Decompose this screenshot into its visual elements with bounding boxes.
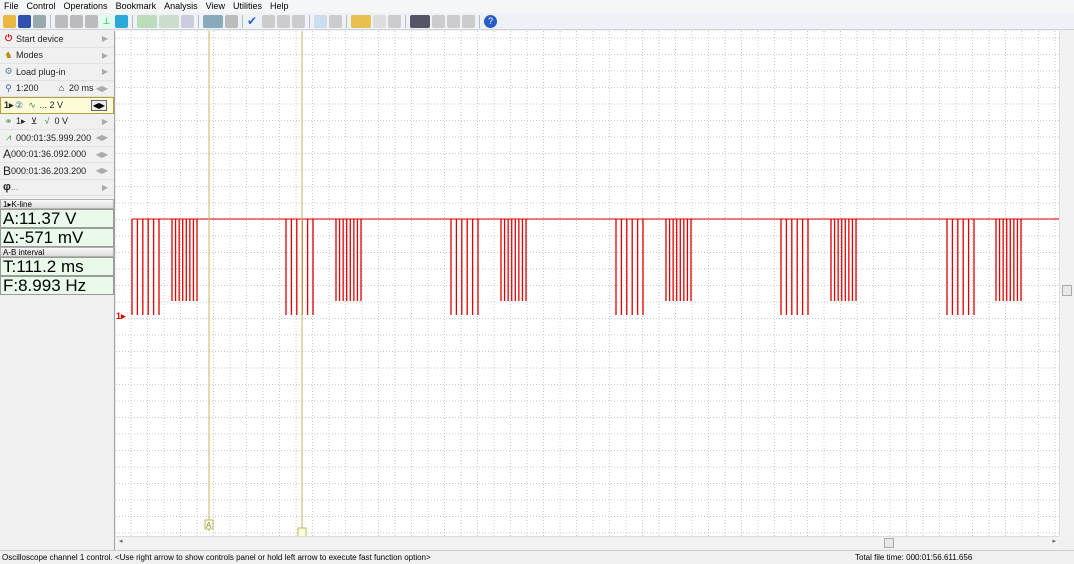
modes-icon: ♞	[4, 49, 13, 60]
start-device-button[interactable]: ⏻ Start device ▶	[0, 31, 114, 48]
binoculars-icon: ⚭	[4, 115, 13, 126]
vertical-scroll-thumb[interactable]	[1062, 285, 1072, 296]
trigger-time: 000:01:35.999.200	[16, 132, 92, 143]
trigger-icon[interactable]: ⊥	[100, 14, 113, 28]
signal-icon: ∿	[28, 99, 36, 110]
menu-bookmark[interactable]: Bookmark	[112, 0, 161, 13]
folder-dropdown-icon[interactable]	[351, 14, 371, 28]
trigger-edge-icon: ⊻	[30, 115, 38, 126]
menu-analysis[interactable]: Analysis	[160, 0, 202, 13]
marker-icon[interactable]	[225, 14, 238, 28]
cursor-a-handle-label: A	[206, 521, 212, 530]
cursor-a-time: 000:01:36.092.000	[11, 149, 87, 160]
signal2-dropdown-icon[interactable]	[159, 14, 179, 28]
undo-icon[interactable]	[85, 14, 98, 28]
ab-frequency-value: F:8.993 Hz	[0, 276, 114, 295]
channel-scale: ... 2 V	[39, 100, 64, 111]
channel-1-control[interactable]: 1▸ ② ∿... 2 V ◀▶	[0, 97, 114, 114]
plugin-icon: ⚙	[4, 66, 13, 77]
waveform-icon: ⩘	[5, 132, 12, 143]
menu-view[interactable]: View	[202, 0, 229, 13]
control-panel: ⏻ Start device ▶ ♞ Modes ▶ ⚙ Load plug-in ▶ ⚲ 1…	[0, 31, 115, 551]
vertical-scrollbar[interactable]	[1059, 31, 1074, 536]
ab-interval-header: A-B interval	[0, 247, 114, 257]
toolbar: ⊥ ✔ ?	[0, 13, 1074, 30]
channel-arrows[interactable]: ◀▶	[90, 99, 107, 111]
modes-button[interactable]: ♞ Modes ▶	[0, 48, 114, 64]
zoom-value: 1:200	[16, 83, 39, 94]
timebase-icon: ⌂	[58, 82, 65, 93]
page-icon[interactable]	[292, 14, 305, 28]
redo-icon[interactable]	[181, 14, 194, 28]
grid	[116, 31, 1059, 536]
trigger-channel: 1▸	[16, 115, 26, 126]
export-icon[interactable]	[329, 14, 342, 28]
layout3-icon[interactable]	[462, 14, 475, 28]
print-icon[interactable]	[33, 14, 46, 28]
menu-bar: File Control Operations Bookmark Analysi…	[0, 0, 1074, 13]
menu-help[interactable]: Help	[266, 0, 293, 13]
channel-label: 1▸	[4, 99, 14, 110]
step2-icon[interactable]	[388, 14, 401, 28]
check-down2-icon[interactable]	[277, 14, 290, 28]
modes-label: Modes	[16, 50, 44, 61]
menu-operations[interactable]: Operations	[60, 0, 112, 13]
kline-header: 1▸K-line	[0, 199, 114, 209]
timebase-value: 20 ms	[69, 83, 94, 94]
open-icon[interactable]	[3, 14, 16, 28]
select-icon[interactable]	[314, 14, 327, 28]
zoom-timebase-row[interactable]: ⚲ 1:200 ⌂ 20 ms ◀▶	[0, 81, 114, 97]
phase-label: φ	[3, 181, 11, 194]
trigger-time-row[interactable]: ⩘ 000:01:35.999.200 ◀▶	[0, 130, 114, 147]
layout1-icon[interactable]	[432, 14, 445, 28]
total-file-time: Total file time: 000:01:56.611.656	[855, 553, 973, 562]
save-icon[interactable]	[18, 14, 31, 28]
copy-icon[interactable]	[55, 14, 68, 28]
signal-dropdown-icon[interactable]	[137, 14, 157, 28]
trigger-row[interactable]: ⚭ 1▸ ⊻ √ 0 V ▶	[0, 114, 114, 130]
channel-2-icon: ②	[14, 99, 24, 110]
channel-1-marker: 1▸	[116, 311, 126, 321]
start-device-label: Start device	[16, 33, 64, 44]
menu-control[interactable]: Control	[23, 0, 60, 13]
check-down-icon[interactable]	[262, 14, 275, 28]
cursor-b-label: B	[3, 163, 12, 178]
cursor-b-row[interactable]: B 000:01:36.203.200 ◀▶	[0, 163, 114, 180]
cursor-a-row[interactable]: A 000:01:36.092.000 ◀▶	[0, 147, 114, 163]
measure-dropdown-icon[interactable]	[203, 14, 223, 28]
check-icon[interactable]: ✔	[247, 14, 260, 28]
load-plugin-button[interactable]: ⚙ Load plug-in ▶	[0, 64, 114, 81]
menu-file[interactable]: File	[0, 0, 23, 13]
magnifier-icon: ⚲	[5, 82, 12, 93]
waveform-canvas[interactable]: A 1▸	[116, 31, 1059, 538]
cursor-a-label: A	[3, 147, 12, 162]
phase-value: ...	[10, 182, 19, 193]
step-icon[interactable]	[373, 14, 386, 28]
layout2-icon[interactable]	[447, 14, 460, 28]
trigger-level: 0 V	[54, 116, 69, 127]
load-plugin-label: Load plug-in	[16, 66, 66, 77]
ab-period-value: T:111.2 ms	[0, 257, 114, 276]
status-message: Oscilloscope channel 1 control. <Use rig…	[2, 553, 431, 562]
oscilloscope-plot[interactable]: A 1▸	[116, 31, 1059, 538]
kline-delta-value: Δ:-571 mV	[0, 228, 114, 247]
menu-utilities[interactable]: Utilities	[229, 0, 266, 13]
horizontal-scroll-thumb[interactable]	[884, 538, 894, 548]
kline-a-value: A:11.37 V	[0, 209, 114, 228]
paste-icon[interactable]	[70, 14, 83, 28]
cursor-b-time: 000:01:36.203.200	[11, 165, 87, 176]
status-bar: Oscilloscope channel 1 control. <Use rig…	[0, 550, 1074, 563]
channel-1-trace	[131, 218, 1059, 315]
cursor-b-handle[interactable]	[297, 527, 307, 538]
phase-row[interactable]: φ... ▶	[0, 180, 114, 196]
horizontal-scrollbar[interactable]: ◂ ▸	[116, 536, 1059, 549]
help-icon[interactable]: ?	[484, 14, 497, 28]
trigger-level-icon: √	[44, 115, 50, 126]
flag-icon[interactable]	[115, 14, 128, 28]
display-dropdown-icon[interactable]	[410, 14, 430, 28]
power-icon: ⏻	[4, 33, 13, 44]
